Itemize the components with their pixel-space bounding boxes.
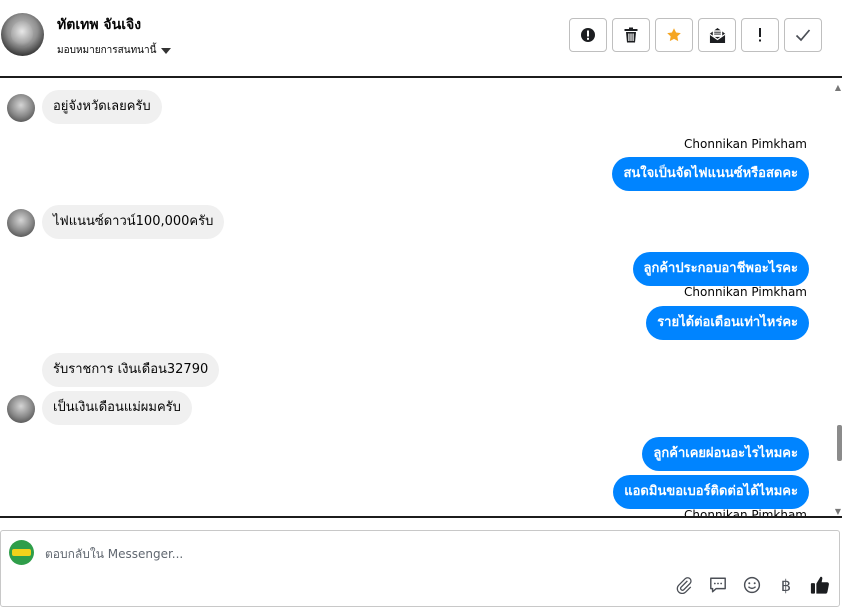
outgoing-message[interactable]: สนใจเป็นจัดไฟแนนซ์หรือสดคะ [612, 157, 809, 191]
emoji-button[interactable] [741, 574, 763, 596]
payment-button[interactable]: ฿ [775, 574, 797, 596]
reply-input[interactable]: ตอบกลับใน Messenger... [45, 545, 183, 564]
conversation-header: ทัตเทพ จันเจิง มอบหมายการสนทนานี้ [0, 0, 842, 78]
baht-icon: ฿ [780, 575, 792, 595]
outgoing-message[interactable]: ลูกค้าประกอบอาชีพอะไรคะ [632, 252, 809, 286]
incoming-message[interactable]: ไฟแนนซ์ดาวน์100,000ครับ [42, 205, 225, 239]
incoming-message[interactable]: รับราชการ เงินเดือน32790 [42, 353, 220, 387]
sender-name: Chonnikan Pimkham [684, 137, 807, 151]
outgoing-message[interactable]: ลูกค้าเคยผ่อนอะไรไหมคะ [642, 437, 809, 471]
contact-message-avatar[interactable] [7, 94, 35, 122]
composer-toolbar: ฿ [673, 574, 831, 596]
important-button[interactable] [741, 18, 779, 52]
saved-replies-button[interactable] [707, 574, 729, 596]
outgoing-message[interactable]: รายได้ต่อเดือนเท่าไหร่คะ [646, 306, 809, 340]
mark-unread-button[interactable] [698, 18, 736, 52]
smiley-icon [743, 576, 761, 594]
envelope-open-icon [709, 27, 725, 43]
contact-message-avatar[interactable] [7, 209, 35, 237]
caret-down-icon [161, 47, 172, 54]
trash-icon [624, 27, 638, 43]
contact-avatar[interactable] [1, 13, 44, 56]
sender-name: Chonnikan Pimkham [684, 285, 807, 299]
reply-composer[interactable]: ตอบกลับใน Messenger... ฿ [0, 530, 840, 607]
conversation-actions [569, 18, 822, 52]
assign-conversation-dropdown[interactable]: มอบหมายการสนทนานี้ [57, 43, 172, 58]
exclamation-icon [759, 28, 761, 42]
paperclip-icon [676, 577, 692, 594]
checkmark-icon [795, 29, 811, 42]
scrollbar-thumb[interactable] [837, 425, 842, 461]
thumbs-up-icon [810, 576, 829, 594]
scroll-down-arrow-icon[interactable]: ▼ [835, 507, 841, 516]
assign-conversation-label: มอบหมายการสนทนานี้ [57, 45, 157, 56]
messenger-conversation-view: ทัตเทพ จันเจิง มอบหมายการสนทนานี้ อยู่จั… [0, 0, 842, 613]
thread-scrollbar[interactable]: ▲ ▼ [832, 80, 842, 516]
scroll-up-arrow-icon[interactable]: ▲ [835, 83, 841, 92]
like-button[interactable] [809, 574, 831, 596]
contact-name[interactable]: ทัตเทพ จันเจิง [57, 14, 141, 36]
star-icon [667, 28, 681, 42]
mark-done-button[interactable] [784, 18, 822, 52]
attach-button[interactable] [673, 574, 695, 596]
sender-name: Chonnikan Pimkham [684, 508, 807, 518]
star-button[interactable] [655, 18, 693, 52]
incoming-message[interactable]: อยู่จังหวัดเลยครับ [42, 90, 162, 124]
exclamation-circle-icon [581, 28, 595, 42]
incoming-message[interactable]: เป็นเงินเดือนแม่ผมครับ [42, 391, 192, 425]
outgoing-message[interactable]: แอดมินขอเบอร์ติดต่อได้ไหมคะ [613, 475, 809, 509]
delete-button[interactable] [612, 18, 650, 52]
alert-button[interactable] [569, 18, 607, 52]
message-thread[interactable]: อยู่จังหวัดเลยครับ Chonnikan Pimkham สนใ… [0, 80, 842, 518]
page-avatar [9, 540, 34, 565]
contact-message-avatar[interactable] [7, 395, 35, 423]
speech-bubble-icon [710, 577, 726, 593]
